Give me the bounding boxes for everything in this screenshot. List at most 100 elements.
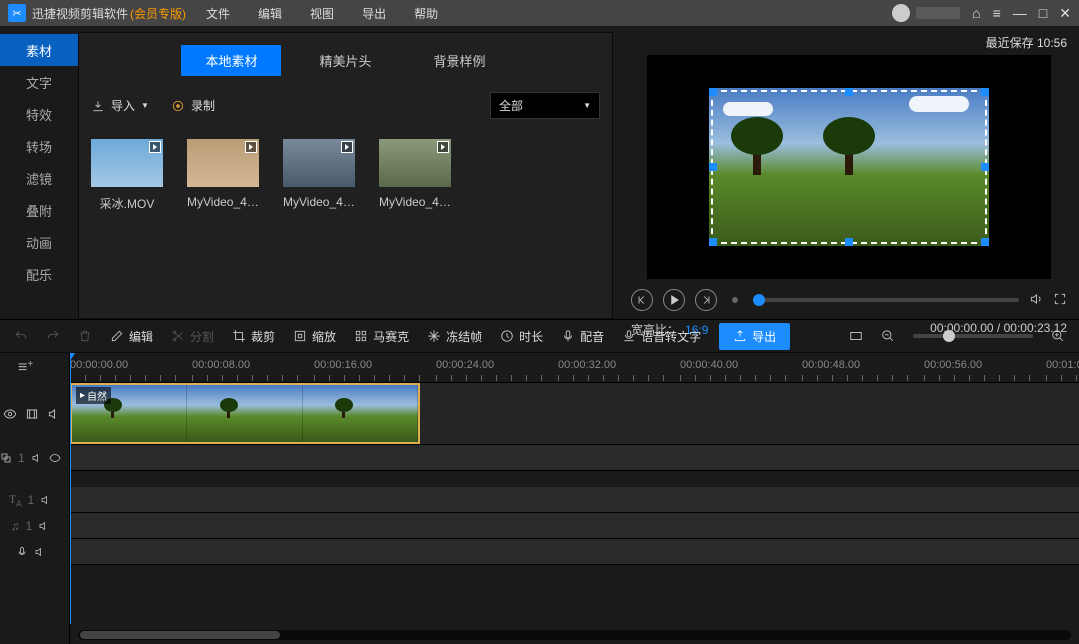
track-head-video — [0, 383, 69, 445]
mat-tab-intro[interactable]: 精美片头 — [295, 45, 395, 76]
material-item[interactable]: MyVideo_4_... — [283, 139, 355, 212]
tab-effects[interactable]: 特效 — [0, 98, 78, 130]
material-item[interactable]: 采冰.MOV — [91, 139, 163, 212]
scale-button[interactable]: 缩放 — [293, 328, 336, 345]
resize-handle[interactable] — [845, 88, 853, 96]
close-icon[interactable]: ✕ — [1059, 5, 1071, 22]
resize-handle[interactable] — [981, 88, 989, 96]
progress-bar[interactable] — [753, 298, 1019, 302]
preview-panel: 最近保存 10:56 — [619, 26, 1079, 319]
scrollbar-thumb[interactable] — [80, 631, 280, 639]
tab-music[interactable]: 配乐 — [0, 258, 78, 290]
zoom-slider[interactable] — [913, 334, 1033, 338]
duration-button[interactable]: 时长 — [500, 328, 543, 345]
mute-icon[interactable] — [31, 452, 43, 464]
eye-icon[interactable] — [49, 452, 61, 464]
mat-tab-local[interactable]: 本地素材 — [181, 45, 281, 76]
music-track[interactable] — [70, 513, 1079, 539]
hamburger-icon[interactable]: ≡ — [993, 5, 1001, 21]
play-button[interactable] — [663, 289, 685, 311]
crop-button[interactable]: 裁剪 — [232, 328, 275, 345]
material-item[interactable]: MyVideo_4_... — [379, 139, 451, 212]
last-save: 最近保存 10:56 — [631, 34, 1067, 51]
app-logo: ✂ — [8, 4, 26, 22]
resize-handle[interactable] — [709, 163, 717, 171]
overlay-track[interactable] — [70, 445, 1079, 471]
undo-button[interactable] — [14, 329, 28, 343]
resize-handle[interactable] — [845, 238, 853, 246]
user-name-blurred — [916, 7, 960, 19]
tab-overlay[interactable]: 叠附 — [0, 194, 78, 226]
menu-view[interactable]: 视图 — [310, 5, 334, 22]
resize-handle[interactable] — [709, 238, 717, 246]
menu-file[interactable]: 文件 — [206, 5, 230, 22]
tab-transition[interactable]: 转场 — [0, 130, 78, 162]
prev-frame-button[interactable] — [631, 289, 653, 311]
redo-button[interactable] — [46, 329, 60, 343]
playhead[interactable] — [70, 353, 71, 624]
crop-icon — [232, 329, 246, 343]
zoom-out-button[interactable] — [881, 329, 895, 343]
menu-export[interactable]: 导出 — [362, 5, 386, 22]
horizontal-scrollbar[interactable] — [78, 630, 1071, 640]
video-track[interactable]: ▸ 自然 — [70, 383, 1079, 445]
export-button[interactable]: 导出 — [719, 323, 790, 350]
eye-icon[interactable] — [3, 407, 17, 421]
menu-edit[interactable]: 编辑 — [258, 5, 282, 22]
mute-icon[interactable] — [47, 407, 61, 421]
tab-material[interactable]: 素材 — [0, 34, 78, 66]
resize-handle[interactable] — [981, 163, 989, 171]
mosaic-button[interactable]: 马赛克 — [354, 328, 409, 345]
add-track-button[interactable]: ≡+ — [0, 353, 69, 383]
menu-help[interactable]: 帮助 — [414, 5, 438, 22]
tab-animation[interactable]: 动画 — [0, 226, 78, 258]
tab-text[interactable]: 文字 — [0, 66, 78, 98]
user-account[interactable] — [892, 4, 960, 22]
import-button[interactable]: 导入 ▼ — [91, 97, 149, 114]
fullscreen-icon[interactable] — [1053, 292, 1067, 309]
edit-button[interactable]: 编辑 — [110, 328, 153, 345]
snowflake-icon — [427, 329, 441, 343]
freeze-button[interactable]: 冻结帧 — [427, 328, 482, 345]
volume-icon[interactable] — [1029, 292, 1043, 309]
home-icon[interactable]: ⌂ — [972, 5, 980, 21]
music-icon: ♫ — [11, 519, 20, 533]
next-frame-button[interactable] — [695, 289, 717, 311]
zoom-knob[interactable] — [943, 330, 955, 342]
fit-button[interactable] — [849, 329, 863, 343]
preview-frame[interactable] — [647, 55, 1051, 279]
mute-icon[interactable] — [34, 546, 46, 558]
text-track[interactable] — [70, 487, 1079, 513]
redo-icon — [46, 329, 60, 343]
export-icon — [733, 329, 747, 343]
filter-dropdown[interactable]: 全部 ▼ — [490, 92, 600, 119]
timeline-tracks[interactable]: 00:00:00.0000:00:08.0000:00:16.0000:00:2… — [70, 353, 1079, 644]
delete-button[interactable] — [78, 329, 92, 343]
maximize-icon[interactable]: □ — [1039, 5, 1047, 21]
stop-button[interactable] — [727, 292, 743, 308]
minimize-icon[interactable]: — — [1013, 5, 1027, 21]
mat-tab-bg[interactable]: 背景样例 — [410, 45, 510, 76]
split-button[interactable]: 分割 — [171, 328, 214, 345]
material-grid: 采冰.MOV MyVideo_4_... MyVideo_4_... MyVid… — [91, 139, 600, 212]
preview-canvas[interactable] — [709, 88, 989, 246]
video-clip[interactable]: ▸ 自然 — [70, 383, 420, 444]
zoom-in-button[interactable] — [1051, 329, 1065, 343]
resize-handle[interactable] — [981, 238, 989, 246]
tab-filter[interactable]: 滤镜 — [0, 162, 78, 194]
track-head-text: TA 1 — [0, 487, 69, 513]
dub-button[interactable]: 配音 — [561, 328, 604, 345]
record-button[interactable]: 录制 — [171, 97, 215, 114]
material-item[interactable]: MyVideo_4_... — [187, 139, 259, 212]
track-headers: ≡+ 1 TA 1 ♫ 1 — [0, 353, 70, 644]
titlebar: ✂ 迅捷视频剪辑软件 (会员专版) 文件 编辑 视图 导出 帮助 ⌂ ≡ — □… — [0, 0, 1079, 26]
resize-handle[interactable] — [709, 88, 717, 96]
pencil-icon — [110, 329, 124, 343]
voice-track[interactable] — [70, 539, 1079, 565]
time-ruler[interactable]: 00:00:00.0000:00:08.0000:00:16.0000:00:2… — [70, 353, 1079, 383]
mute-icon[interactable] — [38, 520, 50, 532]
stt-button[interactable]: 语音转文字 — [622, 328, 701, 345]
progress-knob[interactable] — [753, 294, 765, 306]
selection-box[interactable] — [711, 90, 987, 244]
mute-icon[interactable] — [40, 494, 52, 506]
